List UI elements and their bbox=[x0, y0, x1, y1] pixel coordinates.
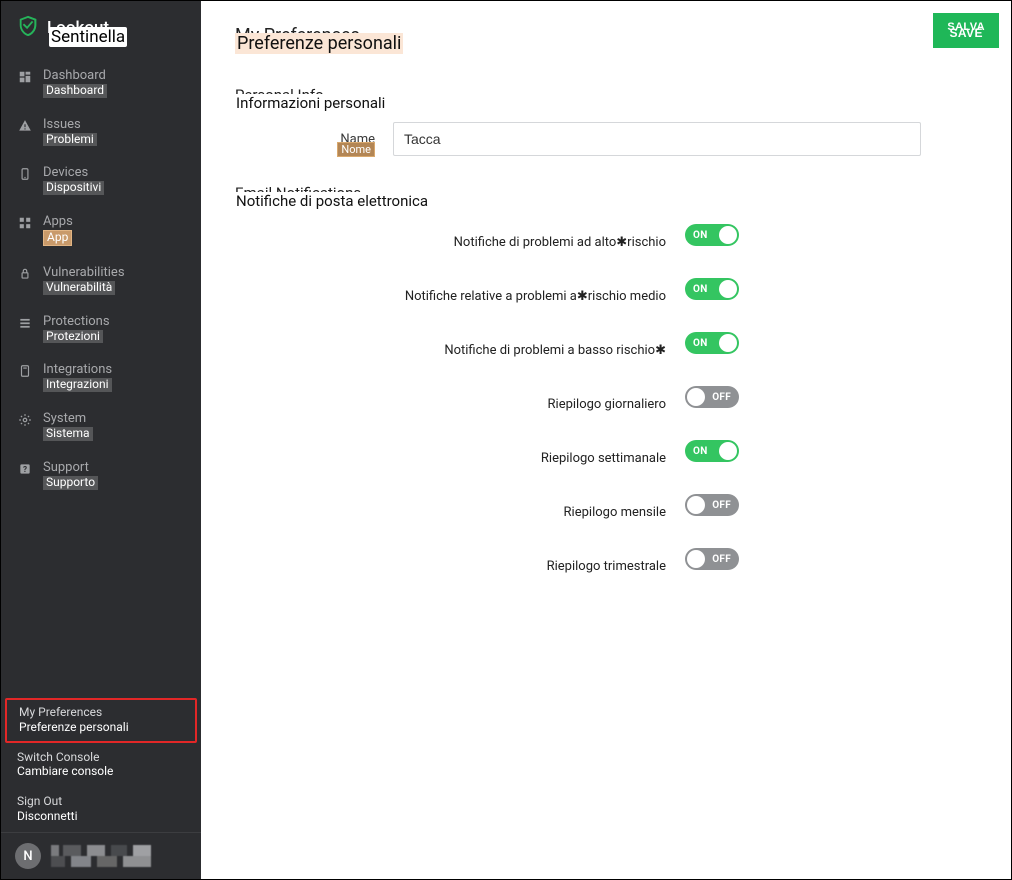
sidebar-item-label-en: Apps bbox=[43, 215, 73, 230]
toggle-high[interactable]: ON bbox=[685, 224, 739, 246]
main: SALVA SAVE My Preferences Preferenze per… bbox=[201, 1, 1011, 879]
protections-icon bbox=[17, 315, 33, 330]
bottom-label-it: Disconnetti bbox=[17, 810, 189, 824]
svg-text:?: ? bbox=[23, 464, 27, 474]
toggle-weekly[interactable]: ON bbox=[685, 440, 739, 462]
sidebar-item-integrations[interactable]: Integrations Integrazioni bbox=[1, 353, 201, 402]
toggle-row-quarterly: Riepilogo trimestrale OFF bbox=[235, 548, 979, 570]
user-name-obscured bbox=[51, 845, 151, 867]
sidebar-item-system[interactable]: System Sistema bbox=[1, 402, 201, 451]
devices-icon bbox=[17, 166, 33, 181]
vulnerabilities-icon bbox=[17, 266, 33, 281]
integrations-icon bbox=[17, 363, 33, 378]
sidebar-bottom-sign-out[interactable]: Sign Out Disconnetti bbox=[1, 787, 201, 832]
sidebar-item-label-it: App bbox=[43, 230, 72, 246]
sidebar-item-vulnerabilities[interactable]: Vulnerabilities Vulnerabilità bbox=[1, 256, 201, 305]
bottom-label-it: Cambiare console bbox=[17, 765, 189, 779]
sidebar-item-label-en: Integrations bbox=[43, 363, 112, 378]
toggle-label: Riepilogo trimestrale bbox=[546, 559, 667, 574]
sidebar-item-label-it: Dispositivi bbox=[43, 181, 104, 195]
sidebar-item-issues[interactable]: Issues Problemi bbox=[1, 108, 201, 157]
sidebar-item-label-it: Integrazioni bbox=[43, 378, 112, 392]
system-icon bbox=[17, 412, 33, 427]
sidebar-item-label-it: Supporto bbox=[43, 476, 98, 490]
bottom-label-en: My Preferences bbox=[19, 705, 102, 719]
toggle-daily[interactable]: OFF bbox=[685, 386, 739, 408]
toggle-row-high: Notifiche di problemi ad alto✱rischio ON bbox=[235, 224, 979, 246]
bottom-label-en: Sign Out bbox=[17, 794, 62, 808]
toggle-low[interactable]: ON bbox=[685, 332, 739, 354]
toggle-monthly[interactable]: OFF bbox=[685, 494, 739, 516]
toggle-row-medium: Notifiche relative a problemi a✱rischio … bbox=[235, 278, 979, 300]
toggle-label: Riepilogo mensile bbox=[563, 505, 667, 520]
sidebar: Lookout Sentinella Dashboard Dashboard I… bbox=[1, 1, 201, 879]
sidebar-item-label-en: System bbox=[43, 412, 93, 427]
sidebar-item-apps[interactable]: Apps App bbox=[1, 205, 201, 256]
sidebar-item-label-it: Dashboard bbox=[43, 84, 107, 98]
sidebar-item-label-en: Dashboard bbox=[43, 69, 107, 84]
user-bar[interactable]: N bbox=[1, 832, 201, 879]
toggle-label: Riepilogo giornaliero bbox=[547, 397, 667, 412]
sidebar-item-label-it: Sistema bbox=[43, 427, 93, 441]
bottom-label-en: Switch Console bbox=[17, 750, 99, 764]
bottom-nav: My Preferences Preferenze personaliSwitc… bbox=[1, 698, 201, 832]
sidebar-bottom-switch-console[interactable]: Switch Console Cambiare console bbox=[1, 743, 201, 788]
sidebar-item-dashboard[interactable]: Dashboard Dashboard bbox=[1, 59, 201, 108]
issues-icon bbox=[17, 118, 33, 133]
toggle-label: Notifiche di problemi a basso rischio✱ bbox=[443, 343, 667, 358]
shield-icon bbox=[17, 15, 39, 41]
brand: Lookout Sentinella bbox=[1, 1, 201, 59]
nav: Dashboard Dashboard Issues Problemi Devi… bbox=[1, 59, 201, 500]
sidebar-item-label-it: Protezioni bbox=[43, 330, 103, 344]
sidebar-item-label-it: Problemi bbox=[43, 133, 97, 147]
sidebar-item-label-en: Vulnerabilities bbox=[43, 266, 125, 281]
toggle-medium[interactable]: ON bbox=[685, 278, 739, 300]
toggle-label: Notifiche di problemi ad alto✱rischio bbox=[453, 235, 667, 250]
name-label-it: Nome bbox=[337, 142, 375, 157]
page-title: My Preferences Preferenze personali bbox=[235, 25, 979, 46]
sidebar-item-support[interactable]: ? Support Supporto bbox=[1, 451, 201, 500]
support-icon: ? bbox=[17, 461, 33, 476]
section-personal-info: Personal Info Informazioni personali bbox=[235, 86, 979, 104]
toggle-label: Notifiche relative a problemi a✱rischio … bbox=[404, 289, 667, 304]
toggle-label: Riepilogo settimanale bbox=[540, 451, 667, 466]
toggle-list: Notifiche di problemi ad alto✱rischio ON… bbox=[235, 224, 979, 570]
sidebar-item-label-en: Protections bbox=[43, 315, 110, 330]
sidebar-bottom-my-preferences[interactable]: My Preferences Preferenze personali bbox=[5, 698, 197, 743]
bottom-label-it: Preferenze personali bbox=[19, 721, 185, 735]
toggle-row-monthly: Riepilogo mensile OFF bbox=[235, 494, 979, 516]
section-email-notifications: Email Notifications Notifiche di posta e… bbox=[235, 184, 979, 202]
avatar[interactable]: N bbox=[15, 843, 41, 869]
apps-icon bbox=[17, 215, 33, 230]
name-row: Name Nome bbox=[235, 122, 979, 156]
toggle-row-low: Notifiche di problemi a basso rischio✱ O… bbox=[235, 332, 979, 354]
toggle-row-weekly: Riepilogo settimanale ON bbox=[235, 440, 979, 462]
sidebar-item-label-it: Vulnerabilità bbox=[43, 281, 115, 295]
sidebar-item-protections[interactable]: Protections Protezioni bbox=[1, 305, 201, 354]
sidebar-item-devices[interactable]: Devices Dispositivi bbox=[1, 156, 201, 205]
sidebar-item-label-en: Devices bbox=[43, 166, 104, 181]
name-input[interactable] bbox=[393, 122, 921, 156]
dashboard-icon bbox=[17, 69, 33, 84]
toggle-quarterly[interactable]: OFF bbox=[685, 548, 739, 570]
brand-name-it: Sentinella bbox=[49, 27, 127, 47]
sidebar-item-label-en: Support bbox=[43, 461, 98, 476]
sidebar-item-label-en: Issues bbox=[43, 118, 97, 133]
toggle-row-daily: Riepilogo giornaliero OFF bbox=[235, 386, 979, 408]
